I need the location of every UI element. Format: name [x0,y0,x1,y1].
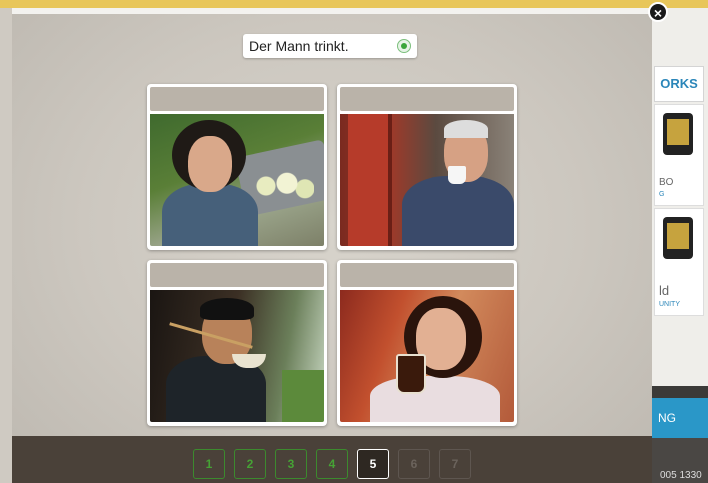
card-subcaption: UNITY [659,301,680,308]
page-button-1[interactable]: 1 [193,449,225,479]
close-icon[interactable]: × [648,2,668,22]
page-button-4[interactable]: 4 [316,449,348,479]
prompt-text: Der Mann trinkt. [249,38,349,54]
page-button-2[interactable]: 2 [234,449,266,479]
answer-tile-1[interactable] [147,84,327,250]
background-left-strip [0,8,12,483]
background-footer-text: 005 1330 [660,470,702,481]
prompt-box: Der Mann trinkt. [243,34,417,58]
answer-tile-2[interactable] [337,84,517,250]
tablet-icon [663,113,693,155]
page-button-7[interactable]: 7 [439,449,471,479]
answer-tile-3[interactable] [147,260,327,426]
background-product-card-1[interactable]: BO G [654,104,704,206]
background-dark-band [652,386,708,398]
card-caption: ld [659,283,670,298]
lesson-modal [12,14,652,483]
background-top-bar [0,0,708,8]
tile-label-box [150,87,324,111]
page-button-6[interactable]: 6 [398,449,430,479]
tile-label-box [340,263,514,287]
background-product-card-2[interactable]: ld UNITY [654,208,704,316]
photo-woman-eating-apple [150,114,324,246]
tablet-icon [663,217,693,259]
answer-tile-4[interactable] [337,260,517,426]
tile-label-box [150,263,324,287]
audio-play-icon[interactable] [397,39,411,53]
page-button-5-current[interactable]: 5 [357,449,389,479]
tile-label-box [340,87,514,111]
card-caption: BO [659,177,674,188]
background-blue-button[interactable]: NG [652,398,708,438]
photo-woman-drinking-coffee [340,290,514,422]
card-subcaption: G [659,191,665,198]
page-button-3[interactable]: 3 [275,449,307,479]
background-how-it-works-button[interactable]: ORKS [654,66,704,102]
photo-old-man-drinking-coffee [340,114,514,246]
photo-man-eating-with-chopsticks [150,290,324,422]
